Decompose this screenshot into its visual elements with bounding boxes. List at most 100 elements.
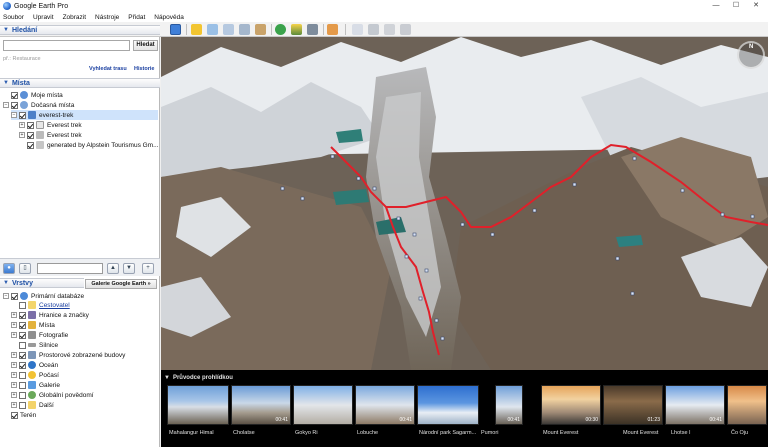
tour-thumbnail[interactable]: 00:30 <box>541 385 601 425</box>
split-view-icon[interactable]: ▯ <box>19 263 31 274</box>
menu-pridat[interactable]: Přidat <box>128 14 145 21</box>
checkbox[interactable] <box>11 91 18 99</box>
layer-roads[interactable]: Silnice <box>11 340 58 350</box>
save-image-icon[interactable] <box>384 24 395 35</box>
expand-toggle[interactable]: + <box>19 122 25 128</box>
checkbox[interactable] <box>19 381 26 389</box>
collapse-triangle-icon[interactable]: ▼ <box>3 27 9 33</box>
checkbox[interactable] <box>11 101 18 109</box>
add-folder-icon[interactable]: + <box>142 263 154 274</box>
maximize-button[interactable]: ☐ <box>726 0 746 12</box>
checkbox[interactable] <box>19 301 26 309</box>
menu-upravit[interactable]: Upravit <box>33 14 54 21</box>
tree-item-everest-trek-2[interactable]: + Everest trek <box>19 130 82 140</box>
checkbox[interactable] <box>19 341 26 349</box>
checkbox[interactable] <box>19 321 26 329</box>
search-input[interactable] <box>3 40 130 51</box>
tour-thumbnail[interactable] <box>417 385 479 425</box>
checkbox[interactable] <box>19 331 26 339</box>
tour-guide-header[interactable]: ▼ Průvodce prohlídkou <box>164 373 233 382</box>
checkbox[interactable] <box>19 111 26 119</box>
tree-item-everest-trek-1[interactable]: + Everest trek <box>19 120 82 130</box>
checkbox[interactable] <box>19 401 26 409</box>
sunlight-icon[interactable] <box>291 24 302 35</box>
tour-thumbnail[interactable]: 00:41 <box>665 385 725 425</box>
checkbox[interactable] <box>27 121 34 129</box>
terrain-render[interactable] <box>161 37 768 370</box>
layer-ocean[interactable]: + Oceán <box>11 360 58 370</box>
tree-item-temporary-places[interactable]: − Dočasná místa <box>3 100 74 110</box>
print-icon[interactable] <box>368 24 379 35</box>
history-link[interactable]: Historie <box>134 66 154 72</box>
collapse-triangle-icon[interactable]: ▼ <box>3 80 9 86</box>
checkbox[interactable] <box>19 391 26 399</box>
expand-toggle[interactable]: + <box>11 352 17 358</box>
layer-3d-buildings[interactable]: + Prostorové zobrazené budovy <box>11 350 125 360</box>
image-overlay-icon[interactable] <box>239 24 250 35</box>
minimize-button[interactable]: — <box>706 0 726 12</box>
expand-toggle[interactable]: + <box>11 362 17 368</box>
collapse-triangle-icon[interactable]: ▼ <box>3 280 9 286</box>
placemark-icon[interactable] <box>191 24 202 35</box>
layer-borders-labels[interactable]: + Hranice a značky <box>11 310 89 320</box>
tree-item-my-places[interactable]: Moje místa <box>3 90 63 100</box>
checkbox[interactable] <box>11 411 18 419</box>
places-search-input[interactable] <box>37 263 103 274</box>
polygon-icon[interactable] <box>207 24 218 35</box>
expand-toggle[interactable]: + <box>11 382 17 388</box>
email-icon[interactable] <box>352 24 363 35</box>
expand-toggle[interactable]: + <box>11 322 17 328</box>
expand-toggle[interactable]: + <box>11 332 17 338</box>
expand-toggle[interactable]: + <box>11 372 17 378</box>
expand-toggle[interactable]: + <box>11 402 17 408</box>
layer-voyager[interactable]: Cestovatel <box>11 300 70 310</box>
planets-icon[interactable] <box>307 24 318 35</box>
menu-nastroje[interactable]: Nástroje <box>95 14 119 21</box>
sidebar-toggle-icon[interactable] <box>170 24 181 35</box>
record-tour-icon[interactable] <box>255 24 266 35</box>
layer-global-awareness[interactable]: + Globální povědomí <box>11 390 94 400</box>
menu-soubor[interactable]: Soubor <box>3 14 24 21</box>
navigation-compass-icon[interactable]: N <box>737 41 765 69</box>
earth-gallery-button[interactable]: Galerie Google Earth » <box>85 279 157 289</box>
tour-thumbnail[interactable] <box>293 385 353 425</box>
tour-thumbnail[interactable]: 01:23 <box>603 385 663 425</box>
ruler-icon[interactable] <box>327 24 338 35</box>
tree-item-everest-trek-folder[interactable]: − everest-trek <box>11 110 158 120</box>
collapse-toggle[interactable]: − <box>3 293 9 299</box>
layer-photos[interactable]: + Fotografie <box>11 330 68 340</box>
collapse-triangle-icon[interactable]: ▼ <box>164 375 170 381</box>
tour-thumbnail[interactable] <box>727 385 767 425</box>
expand-toggle[interactable]: + <box>19 132 25 138</box>
move-up-icon[interactable]: ▲ <box>107 263 119 274</box>
tour-thumbnail[interactable]: 00:41 <box>355 385 415 425</box>
search-places-icon[interactable]: ● <box>3 263 15 274</box>
path-icon[interactable] <box>223 24 234 35</box>
layer-label[interactable]: Cestovatel <box>39 302 70 309</box>
checkbox[interactable] <box>19 361 26 369</box>
checkbox[interactable] <box>19 371 26 379</box>
checkbox[interactable] <box>19 351 26 359</box>
expand-toggle[interactable]: + <box>11 312 17 318</box>
checkbox[interactable] <box>11 292 18 300</box>
layers-panel-header[interactable]: ▼ Vrstvy <box>0 278 84 288</box>
search-panel-header[interactable]: ▼ Hledání <box>0 25 160 35</box>
layer-more[interactable]: + Další <box>11 400 54 410</box>
checkbox[interactable] <box>27 131 34 139</box>
move-down-icon[interactable]: ▼ <box>123 263 135 274</box>
search-button[interactable]: Hledat <box>133 40 158 51</box>
tour-thumbnail[interactable]: 00:41 <box>495 385 523 425</box>
layer-gallery[interactable]: + Galerie <box>11 380 60 390</box>
layer-weather[interactable]: + Počasí <box>11 370 59 380</box>
layer-terrain[interactable]: Terén <box>3 410 36 420</box>
historical-imagery-icon[interactable] <box>275 24 286 35</box>
collapse-toggle[interactable]: − <box>3 102 9 108</box>
view-in-maps-icon[interactable] <box>400 24 411 35</box>
tour-thumbnail[interactable]: 00:41 <box>231 385 291 425</box>
close-button[interactable]: ✕ <box>746 0 766 12</box>
tour-thumbnail[interactable] <box>167 385 229 425</box>
menu-napoveda[interactable]: Nápověda <box>154 14 184 21</box>
collapse-toggle[interactable]: − <box>11 112 17 118</box>
earth-3d-view[interactable]: N <box>161 37 768 370</box>
places-panel-header[interactable]: ▼ Místa <box>0 78 160 88</box>
